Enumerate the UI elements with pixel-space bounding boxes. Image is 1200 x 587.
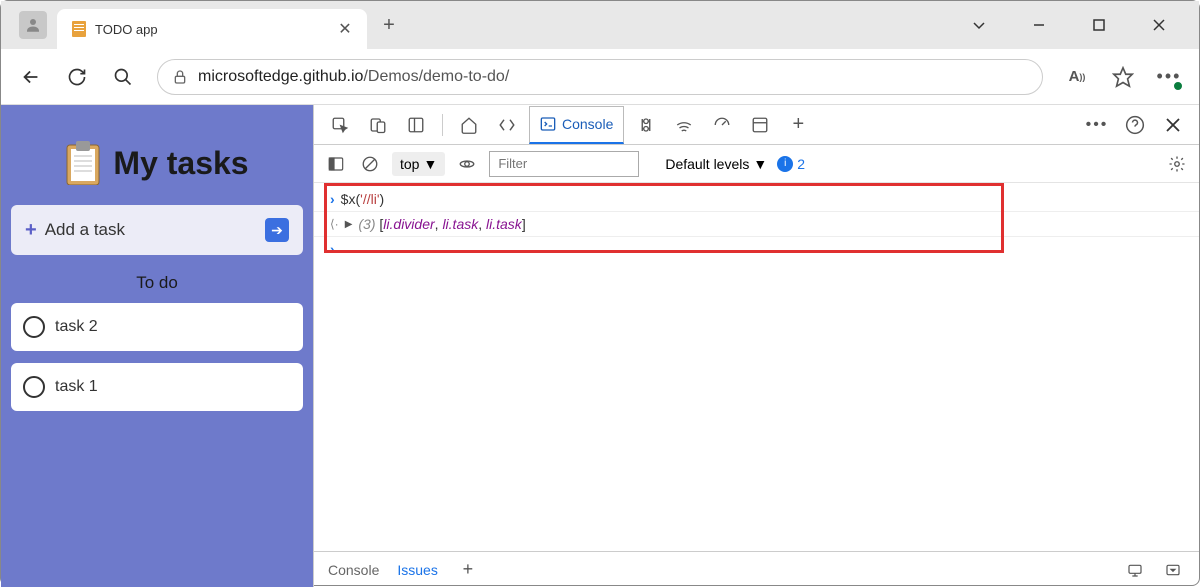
new-tab-button[interactable]: + [373,9,405,41]
minimize-button[interactable] [1019,9,1059,41]
app-header: My tasks [11,115,303,205]
drawer-issues-tab[interactable]: Issues [397,562,437,578]
browser-titlebar: TODO app ✕ + [1,1,1199,49]
clipboard-icon [65,141,101,185]
filter-input[interactable] [489,151,639,177]
devtools-drawer: Console Issues + [314,551,1199,587]
browser-tab[interactable]: TODO app ✕ [57,9,367,49]
more-options-icon[interactable]: ••• [1081,109,1113,141]
context-selector[interactable]: top ▼ [392,152,445,176]
devtools-panel: Console + ••• top ▼ Default levels ▼ [313,105,1199,587]
sources-tab-icon[interactable] [630,109,662,141]
address-bar: microsoftedge.github.io/Demos/demo-to-do… [1,49,1199,105]
console-input-line: › $x('//li') [314,187,1199,212]
url-input[interactable]: microsoftedge.github.io/Demos/demo-to-do… [157,59,1043,95]
add-task-button[interactable]: + Add a task ➔ [11,205,303,255]
url-domain: microsoftedge.github.io [198,68,363,85]
app-title: My tasks [113,145,248,182]
console-icon [540,116,556,132]
console-tab[interactable]: Console [529,106,624,144]
favorite-button[interactable] [1111,65,1135,89]
dock-icon[interactable] [400,109,432,141]
console-output[interactable]: › $x('//li') ⟨· ▶ (3) [li.divider, li.ta… [314,183,1199,551]
output-marker-icon: ⟨· [330,217,339,231]
issues-counter[interactable]: i 2 [777,156,805,172]
close-button[interactable] [1139,9,1179,41]
console-tab-label: Console [562,116,613,132]
device-icon[interactable] [362,109,394,141]
todo-app: My tasks + Add a task ➔ To do task 2 tas… [1,105,313,587]
application-tab-icon[interactable] [744,109,776,141]
drawer-console-tab[interactable]: Console [328,562,379,578]
task-checkbox[interactable] [23,316,45,338]
more-tabs-button[interactable]: + [782,109,814,141]
issues-count: 2 [797,156,805,172]
lock-icon [172,69,188,85]
console-prompt[interactable]: › [314,237,1199,261]
task-label: task 1 [55,378,98,396]
inspect-icon[interactable] [324,109,356,141]
log-levels-selector[interactable]: Default levels ▼ [665,156,767,172]
expand-icon[interactable]: ▶ [345,219,353,230]
help-icon[interactable] [1119,109,1151,141]
issue-badge-icon: i [777,156,793,172]
task-item[interactable]: task 2 [11,303,303,351]
add-task-label: Add a task [45,220,257,240]
console-result[interactable]: (3) [li.divider, li.task, li.task] [358,216,525,232]
back-button[interactable] [19,65,43,89]
computed-icon[interactable] [1123,558,1147,582]
drawer-add-tab[interactable]: + [456,558,480,582]
chevron-down-icon: ▼ [753,156,767,172]
chevron-down-icon[interactable] [959,9,999,41]
console-output-line: ⟨· ▶ (3) [li.divider, li.task, li.task] [314,212,1199,237]
drawer-expand-icon[interactable] [1161,558,1185,582]
page-icon [71,21,87,37]
devtools-tabs: Console + ••• [314,105,1199,145]
profile-button[interactable] [19,11,47,39]
elements-tab-icon[interactable] [491,109,523,141]
refresh-button[interactable] [65,65,89,89]
close-devtools-button[interactable] [1157,109,1189,141]
console-toolbar: top ▼ Default levels ▼ i 2 [314,145,1199,183]
tab-close-button[interactable]: ✕ [337,21,353,37]
performance-tab-icon[interactable] [706,109,738,141]
chevron-down-icon: ▼ [423,156,437,172]
levels-label: Default levels [665,156,749,172]
maximize-button[interactable] [1079,9,1119,41]
read-aloud-button[interactable]: A)) [1065,65,1089,89]
welcome-tab-icon[interactable] [453,109,485,141]
tab-title: TODO app [95,22,329,37]
settings-icon[interactable] [1165,152,1189,176]
more-button[interactable]: ••• [1157,65,1181,89]
arrow-right-icon: ➔ [265,218,289,242]
url-path: /Demos/demo-to-do/ [363,68,509,85]
section-label: To do [11,255,303,303]
task-item[interactable]: task 1 [11,363,303,411]
context-label: top [400,156,419,172]
clear-console-icon[interactable] [358,152,382,176]
task-checkbox[interactable] [23,376,45,398]
network-tab-icon[interactable] [668,109,700,141]
prompt-icon: › [330,191,335,207]
console-expression: $x('//li') [341,191,385,207]
plus-icon: + [25,219,37,242]
sidebar-toggle-icon[interactable] [324,152,348,176]
window-controls [959,9,1191,41]
task-label: task 2 [55,318,98,336]
live-expression-icon[interactable] [455,152,479,176]
search-icon[interactable] [111,65,135,89]
